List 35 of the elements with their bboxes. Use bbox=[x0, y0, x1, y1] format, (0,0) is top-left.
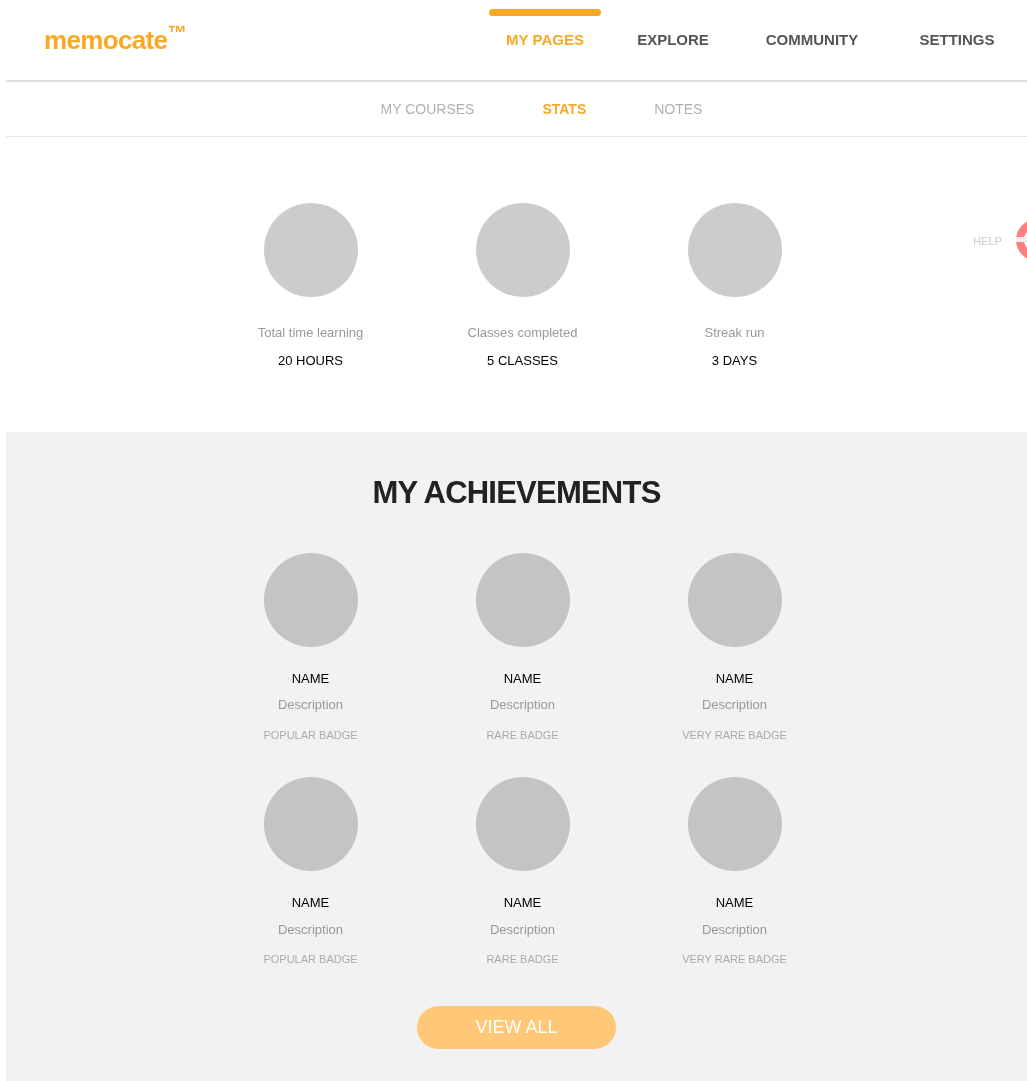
badge-name: NAME bbox=[503, 894, 542, 912]
subnav-tab[interactable]: STATS bbox=[542, 98, 587, 120]
badge-rarity: RARE BADGE bbox=[486, 727, 559, 743]
badge-rarity: RARE BADGE bbox=[486, 952, 559, 967]
stat-label: Streak run bbox=[704, 324, 765, 342]
badge-description: Description bbox=[278, 920, 343, 939]
nav-tab[interactable]: MY PAGES bbox=[481, 0, 609, 80]
badge-name: NAME bbox=[291, 894, 330, 912]
logo[interactable]: memocate$^{™}$ bbox=[44, 20, 187, 60]
nav-tab[interactable]: COMMUNITY bbox=[737, 0, 887, 80]
badge-description: Description bbox=[702, 696, 767, 714]
badge-description: Description bbox=[490, 696, 555, 714]
badge-name: NAME bbox=[715, 894, 754, 912]
nav-tab[interactable]: EXPLORE bbox=[609, 0, 737, 80]
subnav-tab[interactable]: MY COURSES bbox=[380, 98, 475, 120]
nav-tab[interactable]: SETTINGS bbox=[887, 0, 1027, 80]
stat-label: Classes completed bbox=[467, 324, 578, 342]
badge-description: Description bbox=[702, 920, 767, 939]
view-all-button[interactable]: VIEW ALL bbox=[417, 1005, 616, 1049]
badge-rarity: POPULAR BADGE bbox=[263, 727, 358, 743]
stat-value: 5 CLASSES bbox=[487, 351, 558, 370]
lifebuoy-icon[interactable] bbox=[1016, 220, 1027, 260]
section-title: MY ACHIEVEMENTS bbox=[372, 474, 661, 512]
badge-rarity: POPULAR BADGE bbox=[263, 952, 358, 967]
badge-name: NAME bbox=[715, 669, 754, 688]
badge-description: Description bbox=[278, 696, 343, 714]
badge-rarity: VERY RARE BADGE bbox=[682, 727, 787, 743]
subnav-tab[interactable]: NOTES bbox=[654, 98, 703, 120]
stat-value: 20 HOURS bbox=[278, 351, 343, 370]
badge-description: Description bbox=[490, 920, 555, 939]
badge-name: NAME bbox=[291, 669, 330, 688]
badge-rarity: VERY RARE BADGE bbox=[682, 952, 787, 967]
badge-name: NAME bbox=[503, 669, 542, 688]
stat-value: 3 DAYS bbox=[711, 351, 758, 370]
stat-label: Total time learning bbox=[257, 324, 364, 342]
